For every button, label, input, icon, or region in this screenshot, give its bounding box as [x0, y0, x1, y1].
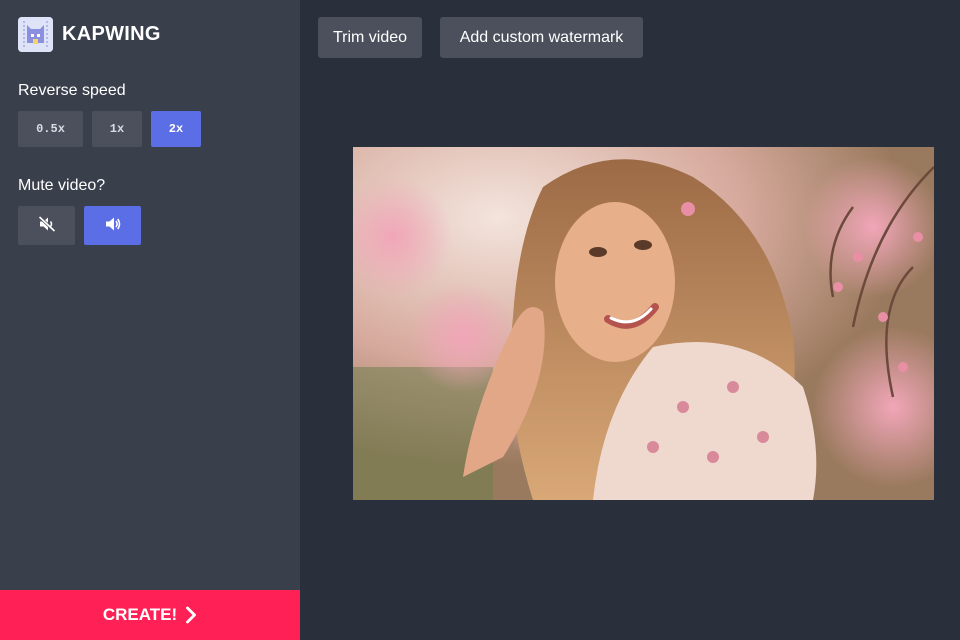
speed-1x-button[interactable]: 1x: [92, 111, 142, 147]
speaker-on-icon: [104, 215, 122, 236]
sidebar: KAPWING Reverse speed 0.5x 1x 2x Mute vi…: [0, 0, 300, 640]
speaker-muted-icon: [37, 215, 56, 236]
brand[interactable]: KAPWING: [18, 17, 161, 52]
mute-off-button[interactable]: [84, 206, 141, 245]
video-frame-image: [353, 147, 934, 500]
speed-2x-button[interactable]: 2x: [151, 111, 201, 147]
video-preview[interactable]: [353, 147, 934, 500]
reverse-speed-label: Reverse speed: [18, 82, 126, 99]
add-watermark-button[interactable]: Add custom watermark: [440, 17, 643, 58]
kapwing-logo-icon: [18, 17, 53, 52]
create-label: CREATE!: [102, 605, 178, 624]
mute-on-button[interactable]: [18, 206, 75, 245]
mute-video-label: Mute video?: [18, 177, 106, 194]
trim-video-button[interactable]: Trim video: [318, 17, 422, 58]
brand-name: KAPWING: [62, 23, 161, 45]
speed-options: 0.5x 1x 2x: [18, 111, 201, 147]
create-button[interactable]: CREATE!: [0, 590, 300, 640]
mute-options: [18, 206, 141, 245]
speed-0.5x-button[interactable]: 0.5x: [18, 111, 83, 147]
chevron-right-icon: [185, 606, 197, 624]
